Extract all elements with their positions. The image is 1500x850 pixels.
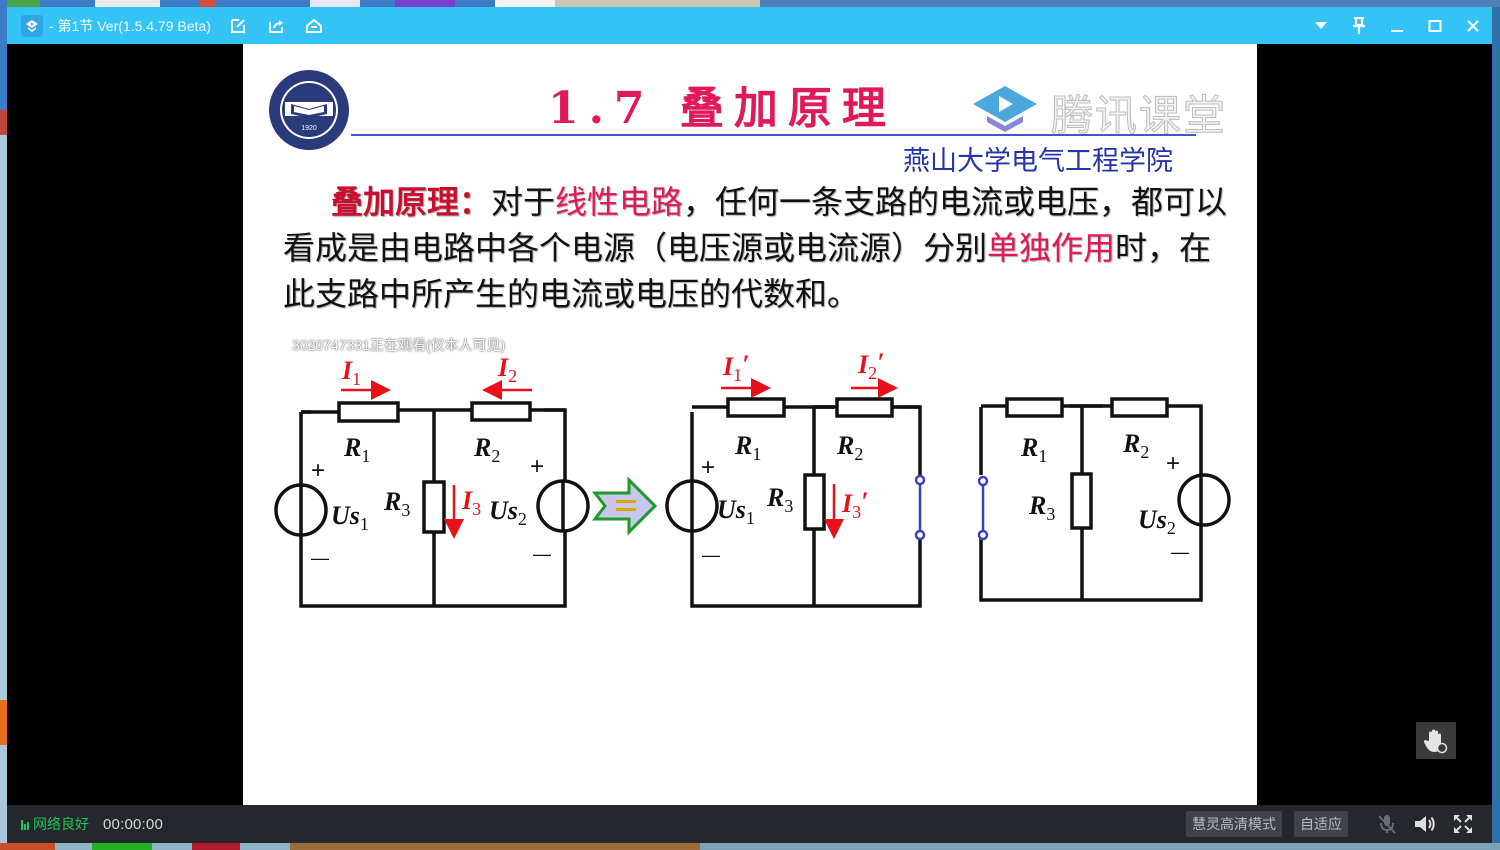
raise-hand-button[interactable] (1416, 722, 1456, 759)
fullscreen-button[interactable] (1450, 811, 1476, 837)
label-r2-b: R2 (836, 431, 863, 464)
resistor-r2-c (1110, 397, 1169, 418)
label-r2-c: R2 (1122, 429, 1149, 462)
minimize-icon (1391, 29, 1403, 32)
label-r1: R1 (343, 433, 370, 466)
speaker-button[interactable] (1412, 811, 1438, 837)
resistor-r1-c (1005, 397, 1064, 418)
resistor-r2 (470, 401, 532, 422)
close-icon (1467, 19, 1479, 32)
label-us1: Us1 (331, 501, 369, 534)
class-timer: 00:00:00 (103, 815, 163, 833)
microphone-button[interactable] (1374, 811, 1400, 837)
label-i1-prime: I1′ (722, 350, 749, 385)
maximize-icon (1428, 19, 1442, 32)
label-i3: I3 (461, 486, 481, 519)
maximize-button[interactable] (1416, 7, 1454, 44)
circuit-us2-alone (979, 397, 1231, 602)
circuit-original (274, 401, 590, 608)
minus-sign: — (702, 545, 720, 565)
minus-sign: — (533, 544, 551, 564)
label-r2: R2 (473, 433, 500, 466)
plus-sign: + (530, 453, 544, 480)
classroom-player-window: - 第1节 Ver(1.5.4.79 Beta) 1920 1.7 叠加原理 腾… (7, 7, 1492, 843)
close-button[interactable] (1454, 7, 1492, 44)
short-circuit-wires (914, 474, 989, 541)
fullscreen-icon (1454, 815, 1472, 833)
equals-arrow-icon (591, 476, 658, 536)
label-r3-b: R3 (766, 483, 793, 516)
label-i1: I1 (341, 356, 361, 389)
voltage-source-us2-c (1177, 473, 1231, 527)
desktop-background-bottom (0, 843, 1500, 850)
resistor-r3 (422, 480, 446, 534)
plus-sign: + (1166, 450, 1180, 477)
circuit-us1-alone (665, 397, 922, 608)
resistor-r2-b (835, 397, 894, 418)
plus-sign: + (311, 457, 325, 484)
app-logo-icon (21, 14, 43, 37)
label-us2-c: Us2 (1138, 505, 1176, 538)
home-icon (305, 18, 322, 33)
label-i3-prime: I3′ (841, 487, 868, 522)
resistor-r1 (337, 401, 400, 423)
network-status-text: 网络良好 (33, 816, 89, 832)
plus-sign: + (701, 454, 715, 481)
home-button[interactable] (303, 15, 325, 37)
fit-mode-button[interactable]: 自适应 (1294, 811, 1348, 837)
speaker-icon (1415, 816, 1435, 832)
label-us2: Us2 (489, 496, 527, 529)
desktop-background-left (0, 0, 7, 850)
label-r1-b: R1 (734, 431, 761, 464)
label-us1-b: Us1 (717, 495, 755, 528)
slide-canvas: 1920 1.7 叠加原理 腾讯课堂 燕山大学电气工程学院 叠加原理：对于线性电… (243, 44, 1257, 805)
hd-mode-button[interactable]: 慧灵高清模式 (1186, 811, 1282, 837)
dropdown-icon (1315, 21, 1327, 29)
label-r3: R3 (383, 487, 410, 520)
resistor-r3-c (1070, 472, 1093, 530)
minus-sign: — (311, 548, 329, 568)
resistor-r1-b (726, 397, 786, 418)
label-r3-c: R3 (1028, 491, 1055, 524)
bottom-control-bar: 网络良好 00:00:00 慧灵高清模式 自适应 (7, 805, 1492, 843)
edit-button[interactable] (227, 15, 249, 37)
resistor-r3-b (803, 473, 826, 531)
signal-icon (21, 819, 30, 830)
edit-icon (230, 18, 245, 33)
raise-hand-icon (1423, 729, 1448, 753)
share-icon (268, 19, 283, 33)
mic-muted-icon (1378, 815, 1396, 834)
title-bar[interactable]: - 第1节 Ver(1.5.4.79 Beta) (7, 7, 1492, 44)
minus-sign: — (1171, 542, 1189, 562)
label-r1-c: R1 (1020, 433, 1047, 466)
share-button[interactable] (265, 15, 287, 37)
dropdown-button[interactable] (1302, 7, 1340, 44)
pin-button[interactable] (1340, 7, 1378, 44)
network-status: 网络良好 (21, 814, 89, 834)
label-i2-prime: I2′ (857, 348, 884, 383)
window-title: - 第1节 Ver(1.5.4.79 Beta) (49, 17, 211, 34)
minimize-button[interactable] (1378, 7, 1416, 44)
desktop-background-top (0, 0, 1500, 7)
label-i2: I2 (497, 353, 517, 386)
circuit-diagrams: I1 I2 R1 R2 R3 I3 Us1 Us2 + + — — I1′ I2… (274, 348, 1231, 608)
pin-icon (1353, 16, 1365, 34)
